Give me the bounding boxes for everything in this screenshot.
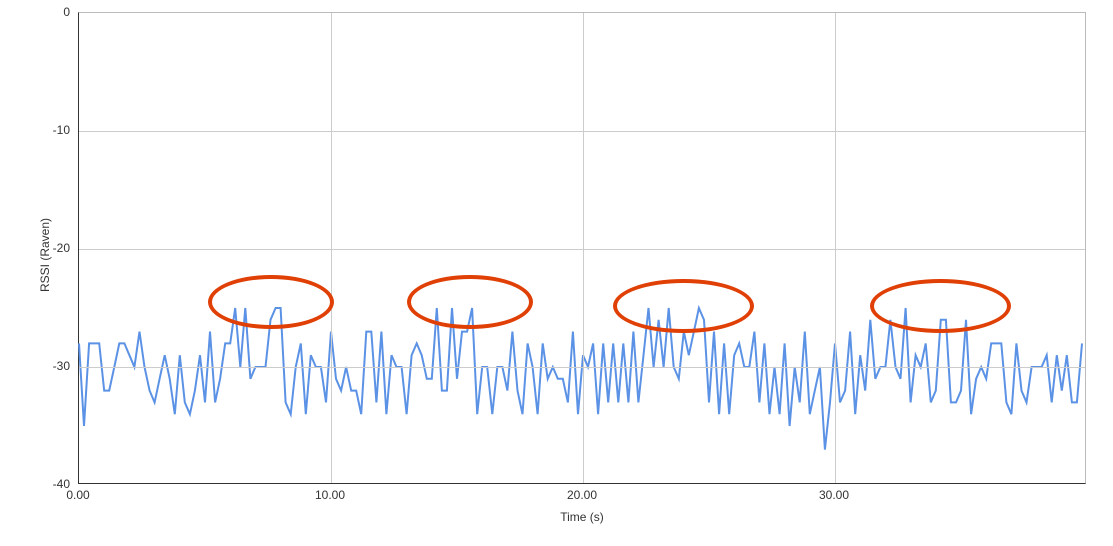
gridline-horizontal [79, 249, 1085, 250]
plot-area [78, 12, 1086, 484]
gridline-vertical [583, 13, 584, 483]
gridline-vertical [835, 13, 836, 483]
annotation-ellipse [208, 275, 334, 329]
gridline-vertical [331, 13, 332, 483]
y-tick-label: -40 [30, 477, 70, 491]
x-tick-label: 30.00 [819, 488, 849, 502]
x-tick-label: 10.00 [315, 488, 345, 502]
annotation-ellipse [870, 279, 1011, 333]
gridline-horizontal [79, 131, 1085, 132]
y-tick-label: -10 [30, 123, 70, 137]
y-tick-label: -30 [30, 359, 70, 373]
chart-container: 0-10-20-30-40 0.0010.0020.0030.00 RSSI (… [0, 0, 1113, 546]
x-tick-label: 0.00 [66, 488, 89, 502]
y-tick-label: 0 [30, 5, 70, 19]
y-axis-title: RSSI (Raven) [38, 218, 52, 292]
annotation-ellipse [613, 279, 754, 333]
x-tick-label: 20.00 [567, 488, 597, 502]
annotation-ellipse [407, 275, 533, 329]
x-axis-ticks: 0.0010.0020.0030.00 [78, 484, 1086, 504]
gridline-horizontal [79, 367, 1085, 368]
x-axis-title: Time (s) [542, 510, 622, 524]
